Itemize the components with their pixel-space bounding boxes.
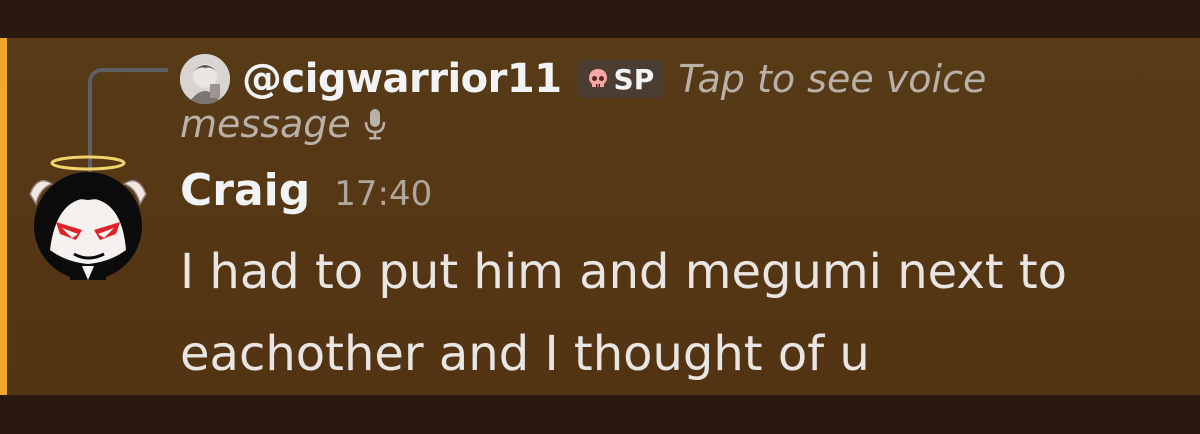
reply-preview-text-cont: message — [180, 102, 351, 146]
message-timestamp: 17:40 — [334, 174, 433, 214]
reply-avatar-image — [180, 54, 230, 104]
reply-username[interactable]: @cigwarrior11 — [242, 56, 562, 102]
message-content: I had to put him and megumi next to each… — [180, 244, 1068, 382]
reply-user-avatar[interactable] — [180, 54, 230, 104]
reply-preview-text[interactable]: Tap to see voice — [678, 57, 986, 101]
author-avatar[interactable] — [26, 154, 156, 284]
skull-icon — [588, 69, 607, 87]
author-username[interactable]: Craig — [180, 165, 310, 216]
badge-label: SP — [613, 62, 655, 96]
chat-screen: @cigwarrior11 SP Tap to see voice messag… — [0, 0, 1200, 434]
highlighted-message[interactable]: @cigwarrior11 SP Tap to see voice messag… — [0, 38, 1200, 395]
mention-highlight-bar — [0, 38, 7, 395]
avatar-image — [29, 155, 147, 280]
microphone-icon — [364, 109, 386, 140]
server-tag-badge[interactable]: SP — [577, 60, 665, 98]
message-header: Craig 17:40 — [180, 165, 432, 231]
reply-preview-continuation[interactable]: message — [180, 100, 387, 148]
